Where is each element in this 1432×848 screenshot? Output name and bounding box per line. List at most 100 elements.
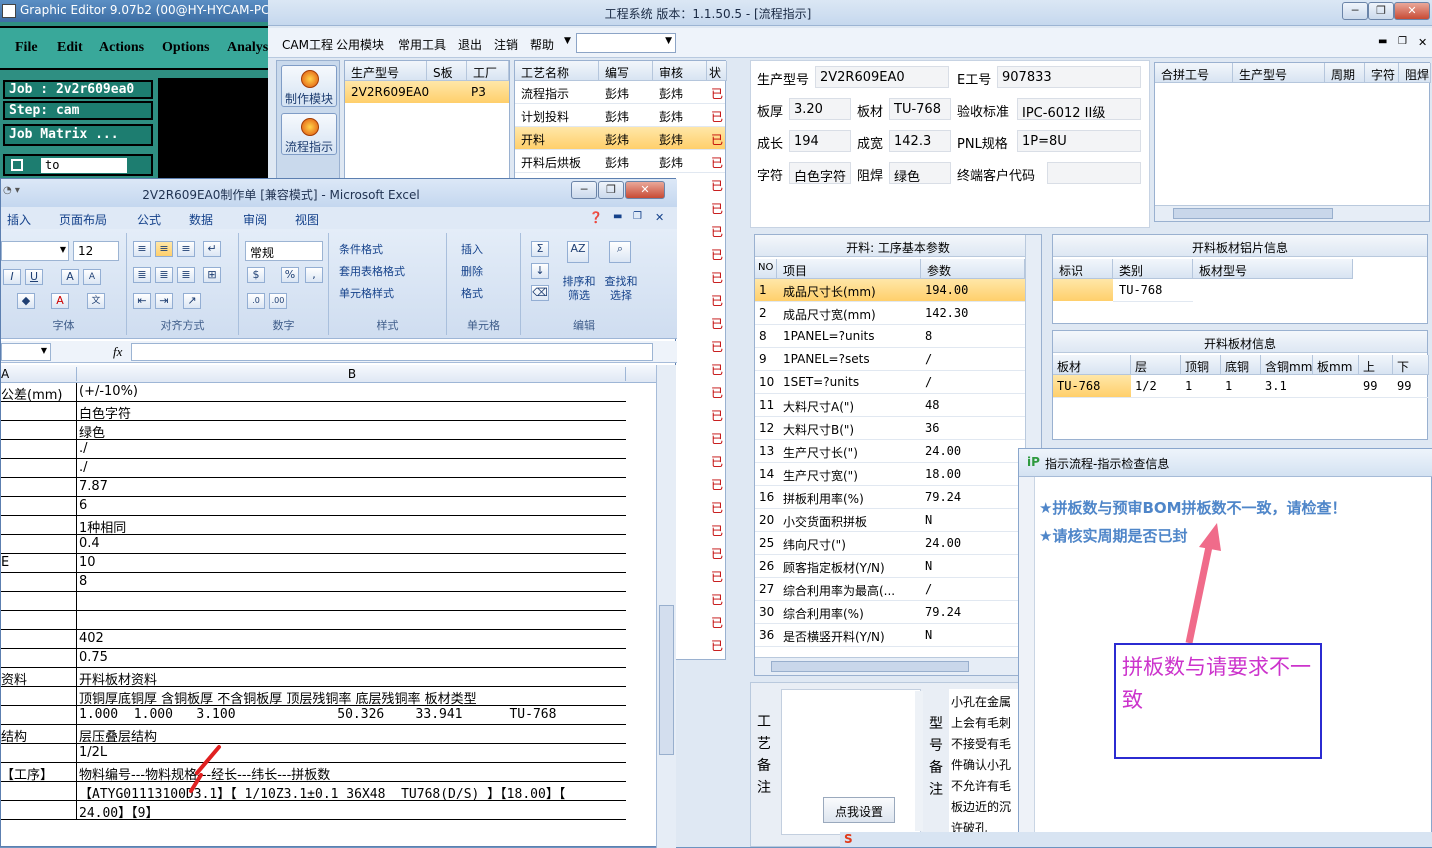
col-model[interactable]: 生产型号 xyxy=(345,61,427,81)
menu-options[interactable]: Options xyxy=(162,40,209,56)
sheet-row[interactable]: ./ xyxy=(1,459,626,478)
table-row[interactable]: 9 1PANEL=?sets / xyxy=(755,348,1025,371)
table-row[interactable]: 10 1SET=?units / xyxy=(755,371,1025,394)
sheet-row[interactable]: 公差(mm) (+/-10%) xyxy=(1,383,626,402)
close-icon[interactable]: ✕ xyxy=(1394,2,1430,20)
ribbon-close-icon[interactable]: ✕ xyxy=(655,211,664,224)
cell-a[interactable] xyxy=(1,573,77,592)
menu-cam[interactable]: CAM工程 xyxy=(282,36,333,53)
table-row[interactable]: 8 1PANEL=?units 8 xyxy=(755,325,1025,348)
mdi-close-icon[interactable]: ✕ xyxy=(1418,36,1427,49)
table-row[interactable]: 36 是否横竖开料(Y/N) N xyxy=(755,624,1025,647)
decrease-decimal-icon[interactable]: .00 xyxy=(269,293,287,309)
indent-decrease-icon[interactable]: ⇤ xyxy=(133,293,151,309)
sheet-row[interactable]: 0.75 xyxy=(1,649,626,668)
sheet-col-header[interactable]: 板材 xyxy=(1053,355,1131,375)
cell-b[interactable]: 8 xyxy=(79,573,626,592)
sheet-row[interactable]: 0.4 xyxy=(1,535,626,554)
table-row[interactable]: 2 成品尺寸宽(mm) 142.30 xyxy=(755,302,1025,325)
cell-b[interactable] xyxy=(79,611,626,630)
al-type-cell[interactable]: TU-768 xyxy=(1113,279,1193,302)
minimize-icon[interactable]: ─ xyxy=(1342,2,1368,20)
cell-a[interactable] xyxy=(1,649,77,668)
graphic-canvas[interactable] xyxy=(158,78,270,178)
table-row[interactable]: 11 大料尺寸A(") 48 xyxy=(755,394,1025,417)
col-sheet-model[interactable]: 板材型号 xyxy=(1193,259,1353,279)
fill-icon[interactable]: ↓ xyxy=(531,263,549,279)
mdi-restore-icon[interactable]: ❐ xyxy=(1398,36,1407,47)
cell-a[interactable]: 结构 xyxy=(1,725,77,744)
sheet-col-header[interactable]: 层 xyxy=(1131,355,1181,375)
cell-a[interactable] xyxy=(1,744,77,763)
table-row[interactable]: 30 综合利用率(%) 79.24 xyxy=(755,601,1025,624)
menu-actions[interactable]: Actions xyxy=(99,40,144,56)
font-name-select[interactable]: ▼ xyxy=(1,241,69,261)
font-size-select[interactable]: 12 xyxy=(73,241,119,261)
tab-insert[interactable]: 插入 xyxy=(7,211,31,228)
menu-file[interactable]: File xyxy=(15,40,38,56)
mdi-minimize-icon[interactable]: ▬ xyxy=(1378,36,1387,47)
maximize-icon[interactable]: ❐ xyxy=(598,181,624,199)
col-value[interactable]: 参数 xyxy=(921,259,1025,279)
delete-cells-button[interactable]: 删除 xyxy=(461,263,483,283)
grow-font-icon[interactable]: A xyxy=(61,269,79,285)
fill-color-icon[interactable]: ◆ xyxy=(17,293,35,309)
insert-cells-button[interactable]: 插入 xyxy=(461,241,483,261)
sheet-row[interactable] xyxy=(1,592,626,611)
clear-icon[interactable]: ⌫ xyxy=(531,285,549,301)
percent-icon[interactable]: % xyxy=(281,267,299,283)
fx-icon[interactable]: fx xyxy=(113,344,122,360)
sheet-cell[interactable]: 99 xyxy=(1359,375,1393,398)
maximize-icon[interactable]: ❐ xyxy=(1368,2,1394,20)
col-factory[interactable]: 工厂 xyxy=(467,61,509,81)
cell-b[interactable]: 7.87 xyxy=(79,478,626,497)
cell-b[interactable]: 白色字符 xyxy=(79,402,626,421)
sheet-row[interactable]: 24.00】【9】 xyxy=(1,801,626,820)
cell-a[interactable] xyxy=(1,402,77,421)
sheet-cell[interactable]: 3.1 xyxy=(1261,375,1313,398)
cell-b[interactable] xyxy=(79,592,626,611)
cell-a[interactable] xyxy=(1,801,77,820)
col-period[interactable]: 周期 xyxy=(1325,63,1365,83)
standard-field[interactable]: IPC-6012 II级 xyxy=(1017,98,1141,120)
column-a-header[interactable]: A xyxy=(1,367,77,381)
table-format-button[interactable]: 套用表格格式 xyxy=(339,263,405,283)
cell-b[interactable]: 1种相同 xyxy=(79,516,626,535)
scroll-thumb[interactable] xyxy=(771,661,969,672)
sheet-row[interactable]: 8 xyxy=(1,573,626,592)
chevron-down-icon[interactable]: ▼ xyxy=(665,36,672,46)
minimize-icon[interactable]: ─ xyxy=(571,181,597,199)
cut-hscroll[interactable] xyxy=(755,657,1041,675)
sheet-cell[interactable] xyxy=(1313,375,1359,398)
width-field[interactable]: 142.3 xyxy=(889,130,951,152)
table-row[interactable]: 计划投料 彭炜 彭炜 已 xyxy=(515,104,725,127)
tab-view[interactable]: 视图 xyxy=(295,211,319,228)
tab-data[interactable]: 数据 xyxy=(189,211,213,228)
number-format-select[interactable]: 常规 xyxy=(245,241,323,261)
merge-cells-icon[interactable]: ⊞ xyxy=(203,267,221,283)
ribbon-restore-icon[interactable]: ❐ xyxy=(633,211,642,222)
align-bottom-icon[interactable]: ≡ xyxy=(177,241,195,257)
cell-a[interactable] xyxy=(1,478,77,497)
pnl-field[interactable]: 1P=8U xyxy=(1017,130,1141,152)
table-row[interactable]: 13 生产尺寸长(") 24.00 xyxy=(755,440,1025,463)
menu-help[interactable]: 帮助 xyxy=(530,36,554,53)
scroll-thumb[interactable] xyxy=(659,605,674,755)
cell-a[interactable] xyxy=(1,687,77,706)
col-mask[interactable]: 阻焊 xyxy=(1399,63,1431,83)
ime-icon[interactable]: S xyxy=(844,832,853,846)
cell-b[interactable]: 1.000 1.000 3.100 50.326 33.941 TU-768 xyxy=(79,706,626,725)
sheet-row[interactable]: 顶铜厚底铜厚 含铜板厚 不含铜板厚 顶层残铜率 底层残铜率 板材类型 xyxy=(1,687,626,706)
cell-b[interactable]: (+/-10%) xyxy=(79,383,626,402)
cell-a[interactable] xyxy=(1,535,77,554)
sheet-cell[interactable]: 1 xyxy=(1221,375,1261,398)
sheet-col-header[interactable]: 顶铜 xyxy=(1181,355,1221,375)
ribbon-minimize-icon[interactable]: ▬ xyxy=(613,211,622,222)
sheet-cell[interactable]: TU-768 xyxy=(1053,375,1131,398)
col-merge-no[interactable]: 合拼工号 xyxy=(1155,63,1233,83)
sheet-cell[interactable]: 1/2 xyxy=(1131,375,1181,398)
table-row[interactable]: 2V2R609EA0 P3 xyxy=(345,81,509,103)
col-reviewer[interactable]: 审核 xyxy=(653,61,707,81)
sheet-row[interactable]: 【工序】 物料编号---物料规格---经长---纬长---拼板数 xyxy=(1,763,626,782)
sheet-row[interactable]: 【ATYG01113100D3.1】【 1/10Z3.1±0.1 36X48 T… xyxy=(1,782,626,801)
